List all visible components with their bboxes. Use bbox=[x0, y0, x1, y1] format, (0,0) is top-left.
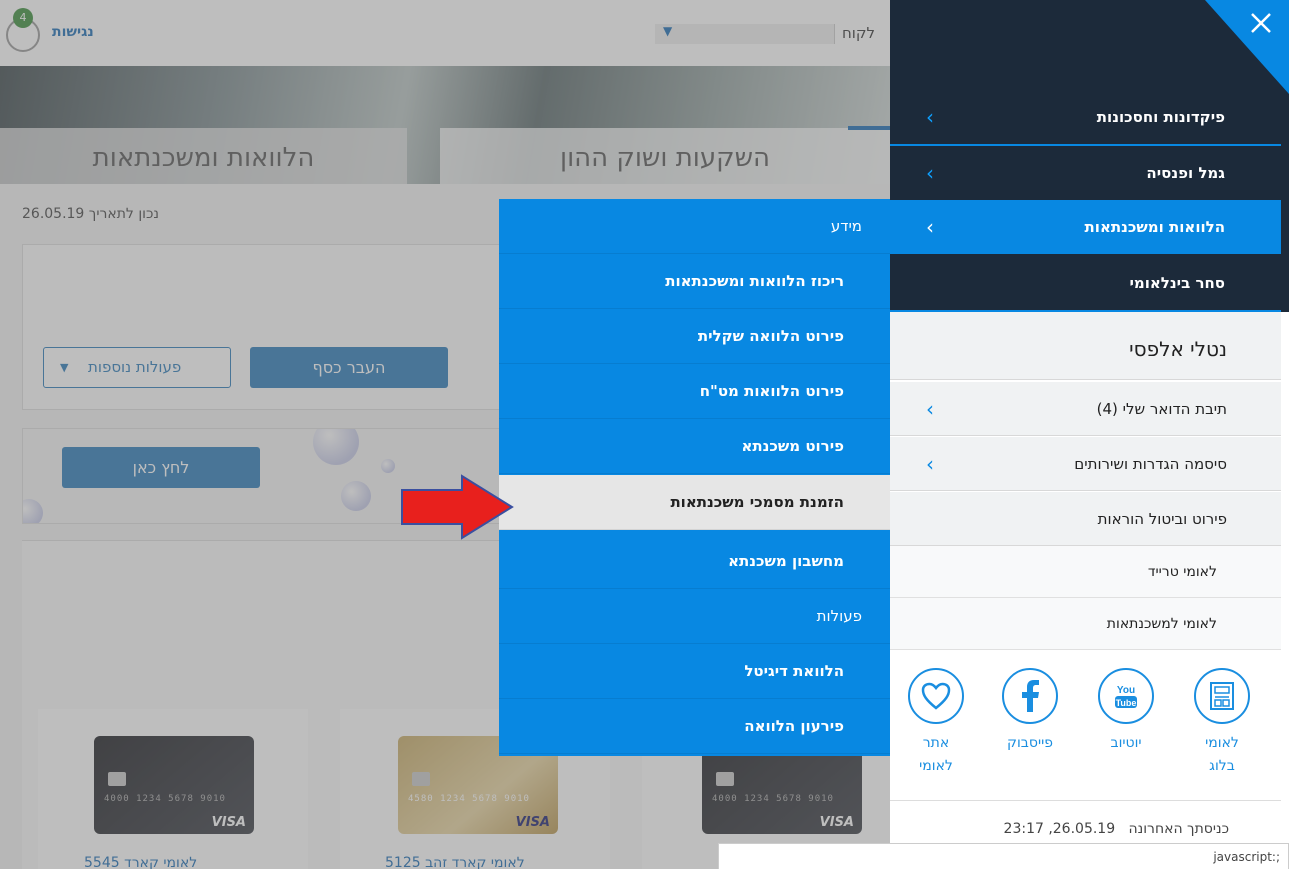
nav-label: הלוואות ומשכנתאות bbox=[1084, 218, 1225, 236]
close-menu-button[interactable] bbox=[1205, 0, 1289, 94]
submenu-item-fx-loans[interactable]: פירוט הלוואות מט"ח bbox=[499, 364, 890, 419]
social-facebook[interactable]: פייסבוק bbox=[1000, 668, 1060, 755]
password-settings-label: סיסמה הגדרות ושירותים bbox=[1074, 455, 1227, 473]
social-label: יוטיוב bbox=[1110, 735, 1142, 751]
submenu-section-actions: פעולות bbox=[499, 589, 890, 644]
leumi-mortgages-link[interactable]: לאומי למשכנתאות bbox=[890, 598, 1281, 650]
social-youtube[interactable]: You Tube יוטיוב bbox=[1096, 668, 1156, 755]
svg-text:You: You bbox=[1117, 685, 1135, 696]
red-arrow-annotation bbox=[401, 474, 514, 540]
heart-icon bbox=[908, 668, 964, 724]
facebook-icon bbox=[1002, 668, 1058, 724]
mailbox-label: תיבת הדואר שלי (4) bbox=[1096, 400, 1227, 418]
submenu-item-shekel-loan[interactable]: פירוט הלוואה שקלית bbox=[499, 309, 890, 364]
last-login-value: 23:17 ,26.05.19 bbox=[1003, 821, 1116, 837]
user-name: נטלי אלפסי bbox=[890, 312, 1281, 380]
social-label: בלוג bbox=[1209, 758, 1235, 774]
nav-label: סחר בינלאומי bbox=[1129, 274, 1225, 292]
submenu-item-loan-repayment[interactable]: פירעון הלוואה bbox=[499, 699, 890, 754]
browser-status-bar: javascript:; bbox=[718, 843, 1289, 869]
submenu-item-mortgage-calculator[interactable]: מחשבון משכנתא bbox=[499, 534, 890, 589]
chevron-left-icon: ‹ bbox=[926, 105, 934, 129]
mailbox-item[interactable]: ‹ תיבת הדואר שלי (4) bbox=[890, 382, 1281, 436]
submenu-item-loans-summary[interactable]: ריכוז הלוואות ומשכנתאות bbox=[499, 254, 890, 309]
password-settings-item[interactable]: ‹ סיסמה הגדרות ושירותים bbox=[890, 437, 1281, 491]
nav-loans-mortgages[interactable]: ‹ הלוואות ומשכנתאות bbox=[890, 200, 1281, 254]
social-label: פייסבוק bbox=[1007, 735, 1053, 751]
leumi-trade-link[interactable]: לאומי טרייד bbox=[890, 546, 1281, 598]
submenu-item-digital-loan[interactable]: הלוואת דיגיטל bbox=[499, 644, 890, 699]
side-menu: ‹ פיקדונות וחסכונות ‹ גמל ופנסיה ‹ הלווא… bbox=[890, 0, 1289, 869]
social-label: לאומי bbox=[919, 758, 953, 774]
last-login-label: כניסתך האחרונה bbox=[1128, 821, 1229, 837]
chevron-left-icon: ‹ bbox=[926, 452, 934, 476]
nav-deposits-savings[interactable]: ‹ פיקדונות וחסכונות bbox=[890, 90, 1281, 144]
chevron-left-icon: ‹ bbox=[926, 215, 934, 239]
social-label: לאומי bbox=[1205, 735, 1239, 751]
chevron-left-icon: ‹ bbox=[926, 161, 934, 185]
submenu-item-order-mortgage-docs[interactable]: הזמנת מסמכי משכנתאות bbox=[499, 475, 890, 530]
social-label: אתר bbox=[922, 735, 950, 751]
social-blog[interactable]: לאומי בלוג bbox=[1192, 668, 1252, 778]
nav-label: גמל ופנסיה bbox=[1146, 164, 1225, 182]
svg-text:Tube: Tube bbox=[1116, 698, 1137, 708]
submenu-section-info: מידע bbox=[499, 199, 890, 254]
nav-label: פיקדונות וחסכונות bbox=[1096, 108, 1225, 126]
submenu-item-mortgage-details[interactable]: פירוט משכנתא bbox=[499, 419, 890, 474]
nav-international-trade[interactable]: סחר בינלאומי bbox=[890, 256, 1281, 310]
chevron-left-icon: ‹ bbox=[926, 397, 934, 421]
youtube-icon: You Tube bbox=[1098, 668, 1154, 724]
nav-pension[interactable]: ‹ גמל ופנסיה bbox=[890, 146, 1281, 200]
social-leumi-site[interactable]: אתר לאומי bbox=[906, 668, 966, 778]
standing-orders-item[interactable]: פירוט וביטול הוראות bbox=[890, 492, 1281, 546]
blog-icon bbox=[1194, 668, 1250, 724]
loans-submenu: מידע ריכוז הלוואות ומשכנתאות פירוט הלווא… bbox=[499, 199, 890, 756]
